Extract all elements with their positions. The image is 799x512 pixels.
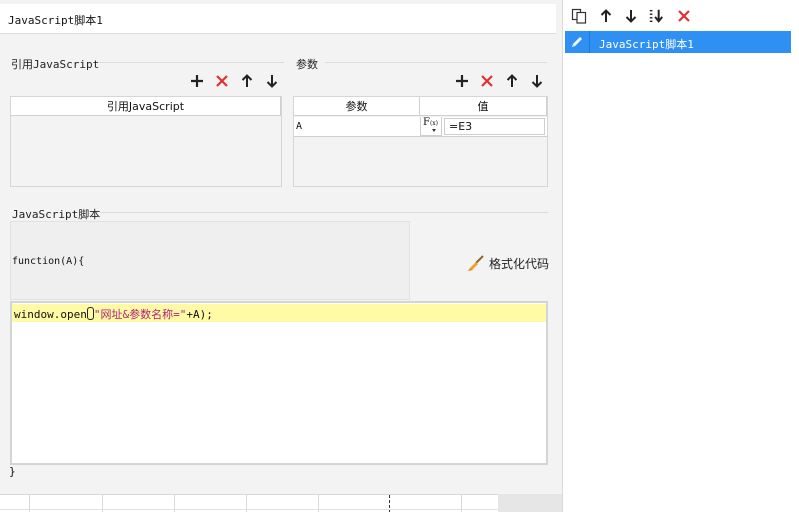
references-section-label: 引用JavaScript <box>11 58 100 71</box>
arrow-up-icon <box>506 74 518 87</box>
copy-icon <box>571 8 587 24</box>
dropdown-arrow-icon <box>432 129 436 132</box>
add-reference-button[interactable] <box>189 73 205 89</box>
code-suffix: +A); <box>186 308 213 321</box>
format-code-label: 格式化代码 <box>489 256 550 271</box>
arrow-down-icon <box>625 10 637 23</box>
background-spreadsheet-grid <box>0 494 498 512</box>
arrow-up-icon <box>600 9 612 22</box>
left-panel: JavaScript脚本1 引用JavaScript 引用JavaScript … <box>0 0 562 512</box>
arrow-up-icon <box>241 74 253 87</box>
params-divider <box>325 62 547 63</box>
move-up-reference-button[interactable] <box>239 73 255 89</box>
arrow-down-icon <box>531 75 543 88</box>
delete-x-icon <box>216 75 228 87</box>
params-section-label: 参数 <box>296 58 318 71</box>
script-section-label: JavaScript脚本 <box>12 208 101 221</box>
move-up-script-button[interactable] <box>598 8 614 24</box>
broom-icon <box>468 255 484 271</box>
param-name-column-header: 参数 <box>294 97 420 116</box>
delete-param-button[interactable] <box>479 73 495 89</box>
title-bar: JavaScript脚本1 <box>0 4 556 34</box>
plus-icon <box>191 75 203 87</box>
script-list-toolbar <box>563 0 799 30</box>
script-list-item-label: JavaScript脚本1 <box>599 38 694 51</box>
background-scroll-area <box>498 494 562 512</box>
format-code-button[interactable]: 格式化代码 <box>467 254 549 272</box>
function-closing-brace: } <box>9 465 16 478</box>
param-value-field[interactable]: =E3 <box>444 118 545 135</box>
formula-button[interactable]: F(x) <box>420 117 442 136</box>
table-row[interactable]: A F(x) =E3 <box>294 117 547 137</box>
params-table: 参数 值 A F(x) =E3 <box>293 96 548 187</box>
script-divider <box>100 212 548 213</box>
move-down-reference-button[interactable] <box>264 73 280 89</box>
script-list-panel: JavaScript脚本1 <box>562 0 799 512</box>
references-column-header: 引用JavaScript <box>11 97 281 116</box>
text-caret <box>86 307 94 320</box>
function-header: function(A){ <box>10 221 410 300</box>
code-editor[interactable]: window.open "网址&参数名称="+A); <box>10 301 548 465</box>
code-string-literal: "网址&参数名称=" <box>93 308 187 321</box>
pencil-icon <box>572 37 582 47</box>
delete-x-icon <box>678 10 690 22</box>
references-divider <box>98 62 284 63</box>
move-down-script-button[interactable] <box>623 8 639 24</box>
delete-script-button[interactable] <box>676 8 692 24</box>
code-call: window.open <box>14 308 87 321</box>
arrow-down-icon <box>266 75 278 88</box>
references-table: 引用JavaScript <box>10 96 282 187</box>
delete-reference-button[interactable] <box>214 73 230 89</box>
plus-icon <box>456 75 468 87</box>
move-up-param-button[interactable] <box>504 73 520 89</box>
param-value-column-header: 值 <box>420 97 547 116</box>
param-name-cell[interactable]: A <box>296 121 302 132</box>
copy-script-button[interactable] <box>571 8 587 24</box>
formula-icon: F(x) <box>423 117 439 128</box>
page-title: JavaScript脚本1 <box>8 14 103 27</box>
sort-icon <box>649 9 663 23</box>
move-down-param-button[interactable] <box>529 73 545 89</box>
sort-script-button[interactable] <box>648 8 664 24</box>
edit-icon-area <box>565 31 590 53</box>
function-signature: function(A){ <box>12 256 85 267</box>
code-line[interactable]: window.open "网址&参数名称="+A); <box>12 304 546 322</box>
add-param-button[interactable] <box>454 73 470 89</box>
script-list-item[interactable]: JavaScript脚本1 <box>565 31 791 53</box>
delete-x-icon <box>481 75 493 87</box>
